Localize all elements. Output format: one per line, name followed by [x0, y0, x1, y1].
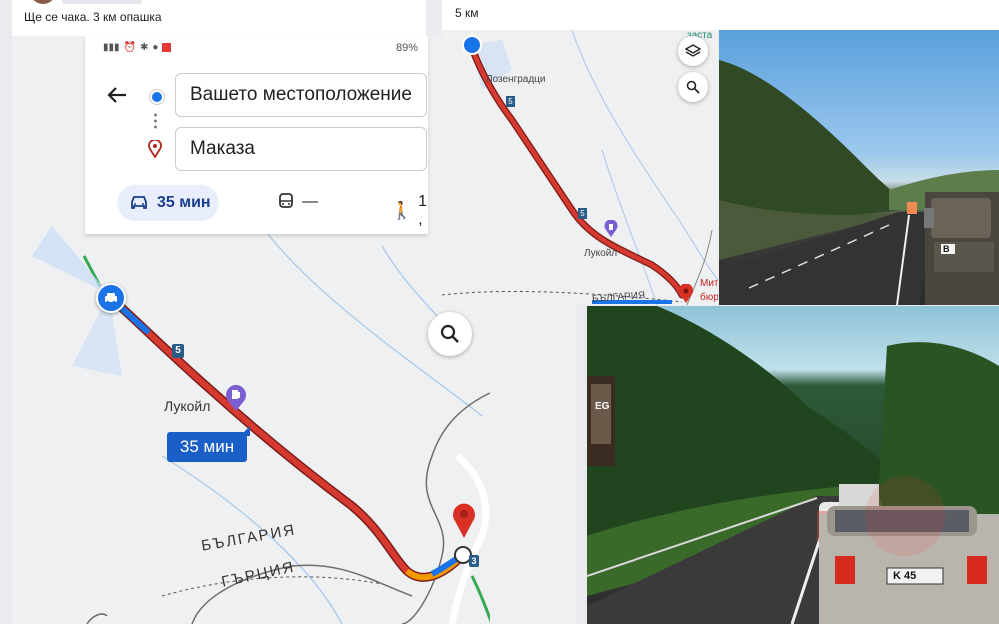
- small-road-shield-5b: 5: [578, 208, 587, 219]
- back-arrow-icon[interactable]: [105, 83, 129, 107]
- layers-icon: [685, 44, 701, 57]
- destination-marker-icon: [148, 138, 162, 159]
- small-destination-pin-icon[interactable]: [678, 283, 694, 304]
- right-post-header: 5 км: [442, 0, 999, 30]
- author-avatar[interactable]: [30, 0, 56, 4]
- mode-walk-time: 1 ,: [418, 193, 428, 228]
- origin-field[interactable]: Вашето местоположение: [175, 73, 427, 117]
- gas-station-label[interactable]: Лукойл: [164, 398, 210, 414]
- small-current-location-icon[interactable]: [462, 35, 482, 55]
- battery-level: 89%: [396, 42, 419, 54]
- poi-mit-label: Мит: [700, 278, 718, 289]
- status-icons: ▮▮▮ ⏰ ✱ ●: [103, 42, 172, 53]
- photo-top-plate: B: [943, 244, 950, 254]
- small-road-shield-5: 5: [506, 96, 515, 107]
- destination-pin-icon[interactable]: [452, 503, 476, 539]
- small-gas-icon[interactable]: [604, 219, 618, 238]
- search-icon: [440, 324, 459, 343]
- traffic-photo-bottom[interactable]: K 45 EG: [587, 306, 999, 624]
- bluetooth-icon: ✱: [139, 42, 149, 53]
- route-dots: [154, 112, 157, 130]
- mode-walk[interactable]: 🚶 1 ,: [391, 193, 428, 229]
- billboard-text: EG: [595, 401, 610, 412]
- signal-icon: ▮▮▮: [103, 42, 120, 53]
- mode-transit-time: —: [302, 193, 318, 210]
- road-shield-3: 3: [469, 555, 479, 567]
- alarm-icon: ⏰: [123, 42, 136, 53]
- post-caption-right: 5 км: [455, 6, 479, 20]
- village-label: Лозенградци: [486, 74, 546, 85]
- left-post-header: Ще се чака. 3 км опашка: [12, 0, 426, 36]
- origin-dot-icon: [150, 90, 164, 104]
- small-search-icon: [686, 80, 700, 94]
- small-route-map: [442, 30, 718, 305]
- car-icon: [131, 196, 147, 209]
- road-shield-5: 5: [172, 344, 184, 358]
- small-gas-label: Лукойл: [584, 248, 618, 259]
- small-search-button[interactable]: [678, 72, 708, 102]
- mode-transit[interactable]: —: [278, 193, 318, 211]
- author-name-placeholder[interactable]: [62, 0, 142, 4]
- gas-station-icon[interactable]: [225, 384, 247, 412]
- photo-top-scene: [719, 60, 999, 305]
- train-icon: [279, 193, 293, 208]
- directions-card: ▮▮▮ ⏰ ✱ ● 89% Вашето местоположение Мака…: [85, 36, 428, 234]
- destination-field[interactable]: Маказа: [175, 127, 427, 171]
- layers-button[interactable]: [678, 36, 708, 66]
- mode-car-chip[interactable]: 35 мин: [117, 185, 219, 221]
- poi-byur-label: бюр: [700, 292, 718, 303]
- walk-icon: 🚶: [391, 201, 413, 220]
- map-search-button[interactable]: [428, 312, 472, 356]
- photo-bottom-plate: K 45: [893, 570, 917, 582]
- notification-icon: [162, 43, 172, 52]
- location-icon: ●: [152, 42, 159, 53]
- duration-badge[interactable]: 35 мин: [167, 432, 247, 462]
- duration-badge-pointer: [240, 426, 250, 436]
- mode-car-time: 35 мин: [157, 194, 211, 211]
- small-map-screenshot[interactable]: Лозенградци 5 5 Лукойл заста Мит бюр БЪЛ…: [442, 30, 718, 305]
- photo-bottom-scene: [587, 306, 999, 624]
- traffic-photo-top[interactable]: B: [719, 30, 999, 305]
- current-location-icon[interactable]: [96, 283, 126, 313]
- post-caption-left: Ще се чака. 3 км опашка: [24, 10, 162, 24]
